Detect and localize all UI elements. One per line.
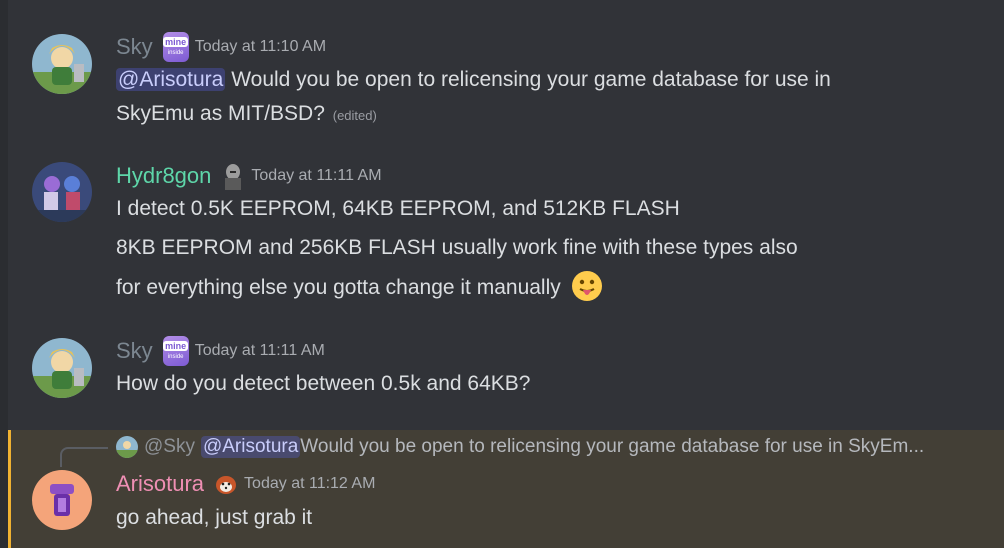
nitro-mine-inside-badge-icon[interactable]: mine inside <box>162 336 189 366</box>
message-text: SkyEmu as MIT/BSD? <box>116 102 325 125</box>
edited-label: (edited) <box>332 108 377 123</box>
user-mention[interactable]: @Arisotura <box>116 68 226 91</box>
badge-sub-text: inside <box>167 50 184 56</box>
timestamp[interactable]: Today at 11:11 AM <box>251 167 381 185</box>
username[interactable]: Sky <box>116 338 153 364</box>
badge-sub-text: inside <box>167 354 184 360</box>
avatar-sky[interactable] <box>32 34 92 94</box>
message-text-line: @Arisotura Would you be open to relicens… <box>116 63 831 97</box>
reply-avatar-sky <box>116 436 138 458</box>
avatar-hydr8gon[interactable] <box>32 162 92 222</box>
badge-text: mine <box>163 341 189 351</box>
username[interactable]: Hydr8gon <box>116 163 211 189</box>
avatar-sky[interactable] <box>32 338 92 398</box>
channel-left-edge <box>0 0 8 548</box>
avatar-arisotura[interactable] <box>32 470 92 530</box>
reply-author[interactable]: @Sky <box>144 436 195 458</box>
message-text: Would you be open to relicensing your ga… <box>225 68 831 91</box>
message-text: I detect 0.5K EEPROM, 64KB EEPROM, and 5… <box>116 197 680 220</box>
message-text: 8KB EEPROM and 256KB FLASH usually work … <box>116 236 798 259</box>
timestamp[interactable]: Today at 11:12 AM <box>244 475 375 493</box>
nitro-mine-inside-badge-icon[interactable]: mine inside <box>162 32 189 62</box>
timestamp[interactable]: Today at 11:10 AM <box>195 38 326 56</box>
username[interactable]: Arisotura <box>116 471 204 497</box>
red-panda-icon <box>214 470 238 498</box>
message-text: How do you detect between 0.5k and 64KB? <box>116 372 531 395</box>
role-portrait-icon <box>221 162 246 190</box>
username[interactable]: Sky <box>116 34 153 60</box>
message-text: for everything else you gotta change it … <box>116 276 561 299</box>
tongue-out-emoji-icon[interactable] <box>571 270 603 302</box>
timestamp[interactable]: Today at 11:11 AM <box>195 342 325 360</box>
reply-mention[interactable]: @Arisotura <box>200 436 301 458</box>
badge-text: mine <box>163 37 189 47</box>
message-text-line: for everything else you gotta change it … <box>116 270 603 305</box>
reply-preview[interactable]: @Sky @Arisotura Would you be open to rel… <box>116 434 924 460</box>
mention-highlight-bar <box>8 430 11 548</box>
reply-spine <box>60 447 108 467</box>
message-text: go ahead, just grab it <box>116 506 313 529</box>
message-text-line: SkyEmu as MIT/BSD? (edited) <box>116 97 377 133</box>
reply-text: Would you be open to relicensing your ga… <box>300 436 925 457</box>
